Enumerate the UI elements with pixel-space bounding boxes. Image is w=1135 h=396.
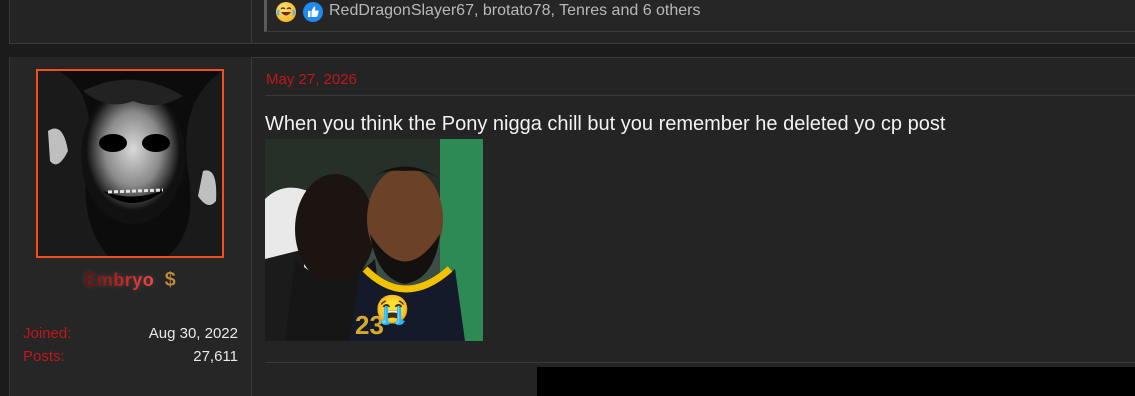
- posts-label: Posts:: [23, 348, 65, 365]
- redacted-block: [537, 367, 1135, 396]
- laughing-crying-emoji-icon[interactable]: [276, 2, 296, 22]
- thumbs-up-icon[interactable]: [303, 2, 323, 22]
- stat-joined: Joined: Aug 30, 2022: [23, 325, 238, 345]
- divider: [265, 362, 1135, 363]
- post-body-text: When you think the Pony nigga chill but …: [265, 113, 946, 135]
- forum-thread: RedDragonSlayer67, brotato78, Tenres and…: [0, 0, 1135, 396]
- divider: [265, 95, 1135, 96]
- post-image[interactable]: 23 😭: [265, 139, 483, 341]
- avatar[interactable]: [36, 69, 224, 258]
- post-date-link[interactable]: May 27, 2026: [266, 71, 357, 88]
- user-name-row: Embryo $: [38, 269, 222, 297]
- dollar-sign-icon: $: [164, 269, 176, 291]
- joined-value: Aug 30, 2022: [148, 325, 238, 342]
- divider: [251, 0, 252, 44]
- joined-label: Joined:: [23, 325, 72, 342]
- posts-value[interactable]: 27,611: [193, 348, 238, 365]
- reactions-list[interactable]: RedDragonSlayer67, brotato78, Tenres and…: [329, 2, 701, 20]
- stat-posts: Posts: 27,611: [23, 348, 238, 368]
- divider: [251, 57, 252, 396]
- username-link[interactable]: Embryo: [84, 270, 154, 291]
- crying-emoji-icon: 😭: [375, 294, 410, 326]
